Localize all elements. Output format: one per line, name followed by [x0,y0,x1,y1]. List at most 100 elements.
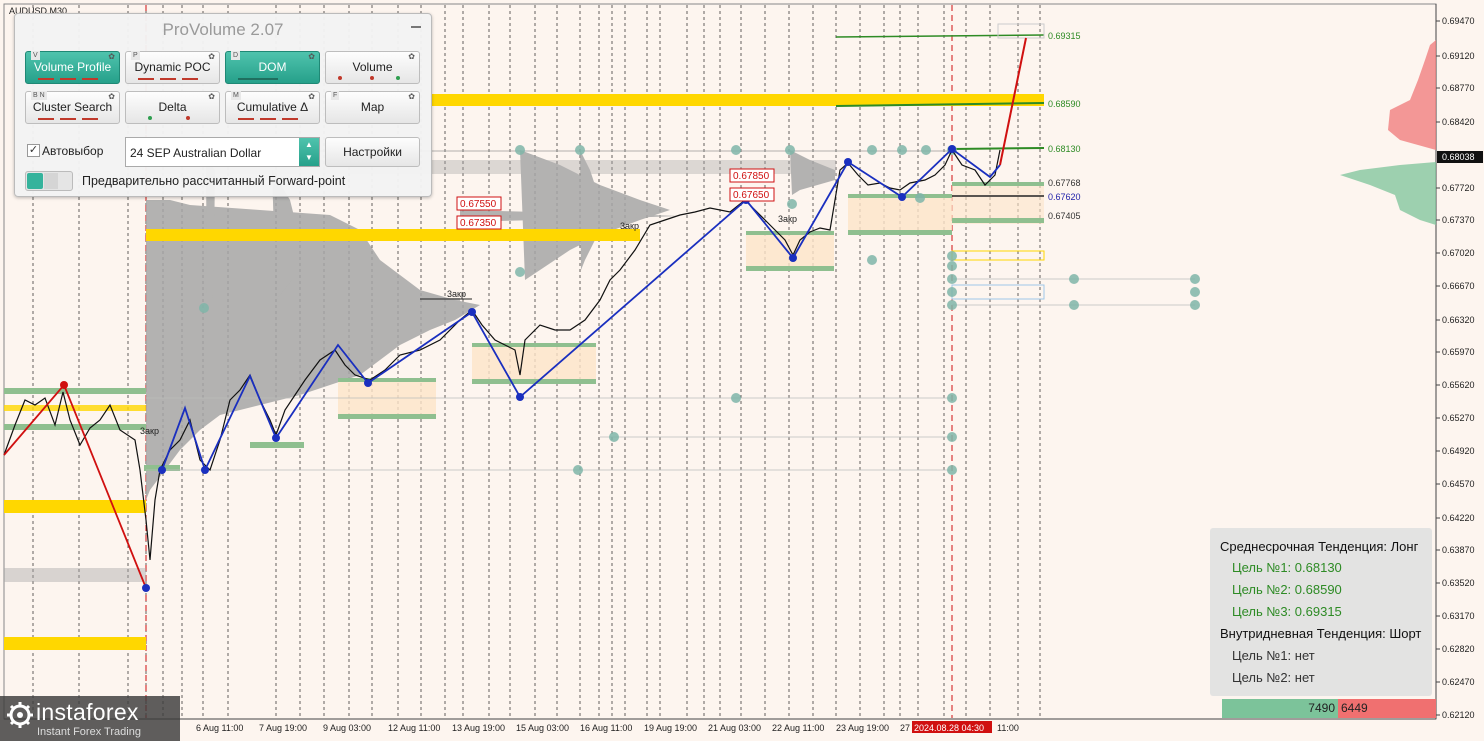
price-axis: 0.69470 0.69120 0.68770 0.68420 0.67720 0.673… [1436,16,1475,720]
time-tick-label: 16 Aug 11:00 [580,723,632,733]
svg-text:3акр: 3акр [620,221,639,231]
delta-button[interactable]: ✿ Delta [125,91,220,124]
medium-trend-title: Среднесрочная Тенденция: Лонг [1220,539,1419,554]
gear-icon[interactable]: ✿ [208,92,215,101]
level-marker [867,145,877,155]
dom-button[interactable]: D ✿ DOM [225,51,320,84]
price-tick-label: 0.68420 [1442,117,1475,127]
dynamic-poc-button[interactable]: P ✿ Dynamic POC [125,51,220,84]
cluster-search-button[interactable]: B N ✿ Cluster Search [25,91,120,124]
autoselect-checkbox[interactable]: ✓ [27,144,40,157]
svg-text:3акр: 3акр [778,214,797,224]
price-tick-label: 0.63520 [1442,578,1475,588]
time-tick-label: 7 Aug 19:00 [259,723,307,733]
level-marker [947,287,957,297]
trend-info-box: Среднесрочная Тенденция: Лонг Цель №1: 0… [1210,528,1432,696]
level-marker [897,145,907,155]
level-marker [573,465,583,475]
forward-point-label: Предварительно рассчитанный Forward-poin… [82,174,346,188]
zigzag-red-1 [3,383,147,589]
level-marker [1190,274,1200,284]
price-tick-label: 0.69470 [1442,16,1475,26]
time-tick-label: 6 Aug 11:00 [196,723,243,733]
intraday-trend-title: Внутридневная Тенденция: Шорт [1220,626,1422,641]
gear-icon[interactable]: ✿ [108,52,115,61]
level-marker [1069,274,1079,284]
price-tick-label: 0.65620 [1442,380,1475,390]
level-marker [785,145,795,155]
tag-2: 0.67650 [733,190,770,201]
level-marker [1190,300,1200,310]
level-label-2: 0.68590 [1048,99,1081,109]
tag-3: 0.67550 [460,199,497,210]
time-tick-label: 2024.08.28 04:30 [914,723,984,733]
level-marker [1069,300,1079,310]
price-tick-label: 0.69120 [1442,51,1475,61]
level-label-1: 0.69315 [1048,31,1081,41]
level-marker [921,145,931,155]
minimize-button[interactable] [411,26,421,28]
price-tick-label: 0.67370 [1442,215,1475,225]
level-labels: 0.69315 0.68590 0.68130 0.67768 0.67620 … [1048,31,1081,221]
level-marker [867,255,877,265]
level-marker [947,393,957,403]
level-marker [915,193,925,203]
level-label-4: 0.67768 [1048,178,1081,188]
gear-icon[interactable]: ✿ [408,92,415,101]
price-tick-label: 0.62820 [1442,644,1475,654]
level-marker [787,199,797,209]
price-tick-label: 0.64220 [1442,513,1475,523]
price-tick-label: 0.65270 [1442,413,1475,423]
price-tick-label: 0.68770 [1442,83,1475,93]
level-marker [731,393,741,403]
cumulative-delta-button[interactable]: M ✿ Cumulative Δ [225,91,320,124]
time-tick-label: 27 [900,723,910,733]
time-tick-label: 21 Aug 03:00 [708,723,761,733]
level-marker [609,432,619,442]
gear-icon[interactable]: ✿ [308,52,315,61]
settings-button[interactable]: Настройки [325,137,420,167]
spinner-icon[interactable]: ▲ ▼ [299,138,319,166]
level-label-5: 0.67620 [1048,192,1081,202]
level-marker [947,300,957,310]
time-tick-label: 15 Aug 03:00 [516,723,569,733]
price-tick-label: 0.67720 [1442,183,1475,193]
volume-button[interactable]: ✿ Volume [325,51,420,84]
price-tick-label: 0.64920 [1442,446,1475,456]
instrument-select[interactable]: 24 SEP Australian Dollar ▲ ▼ [125,137,320,167]
price-tick-label: 0.66670 [1442,281,1475,291]
level-marker [947,251,957,261]
price-tick-label: 0.65970 [1442,347,1475,357]
price-tick-label: 0.67020 [1442,248,1475,258]
time-tick-label: 9 Aug 03:00 [323,723,371,733]
level-marker [947,432,957,442]
price-tick-label: 0.62470 [1442,677,1475,687]
buy-volume: 7490 [1222,699,1338,718]
level-marker [515,145,525,155]
level-label-6: 0.67405 [1048,211,1081,221]
intraday-target-2: Цель №2: нет [1232,670,1315,685]
gear-icon[interactable]: ✿ [308,92,315,101]
price-tick-label: 0.63170 [1442,611,1475,621]
gear-icon[interactable]: ✿ [408,52,415,61]
gear-icon[interactable]: ✿ [208,52,215,61]
forward-point-toggle[interactable] [25,171,73,191]
gear-icon[interactable]: ✿ [108,92,115,101]
level-marker [515,267,525,277]
provolume-panel[interactable]: ProVolume 2.07 V ✿ Volume Profile P ✿ Dyna… [14,13,432,197]
sell-volume: 6449 [1338,699,1436,718]
level-marker [199,303,209,313]
level-marker [575,145,585,155]
panel-title: ProVolume 2.07 [162,20,284,39]
volume-profile-button[interactable]: V ✿ Volume Profile [25,51,120,84]
map-button[interactable]: F ✿ Map [325,91,420,124]
medium-target-2: Цель №2: 0.68590 [1232,582,1342,597]
right-volume-profile [1340,40,1436,225]
level-marker [947,261,957,271]
current-price-label: 0.68038 [1442,152,1475,162]
price-tick-label: 0.62120 [1442,710,1475,720]
instaforex-logo: instaforex Instant Forex Trading [0,696,180,741]
level-marker [947,274,957,284]
level-marker [1190,287,1200,297]
price-tick-label: 0.63870 [1442,545,1475,555]
